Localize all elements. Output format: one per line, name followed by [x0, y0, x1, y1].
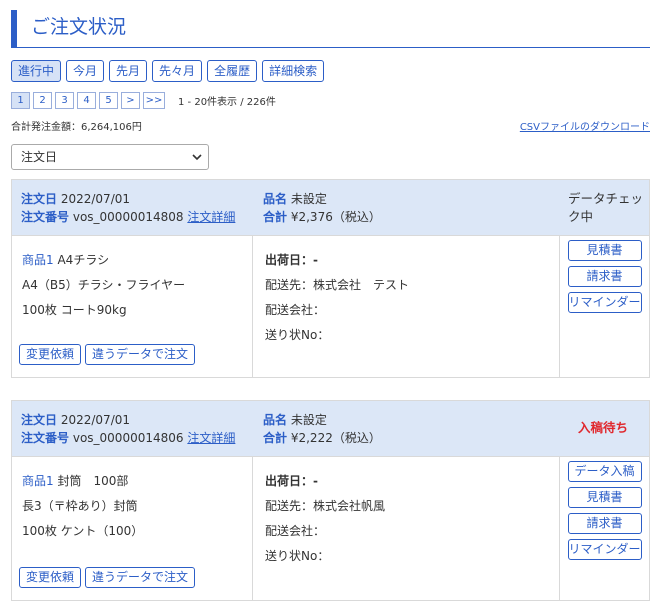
carrier-label: 配送会社：: [265, 303, 326, 317]
sort-select-value: 注文日: [21, 150, 58, 164]
product-name: A4チラシ: [57, 253, 110, 267]
order-date-label: 注文日: [21, 413, 58, 427]
csv-download-link[interactable]: CSVファイルのダウンロード: [520, 118, 650, 133]
order-card-header: 注文日 2022/07/01 注文番号 vos_00000014806 注文詳細…: [12, 401, 649, 457]
page-1-button[interactable]: 1: [11, 92, 30, 109]
order-card: 注文日 2022/07/01 注文番号 vos_00000014808 注文詳細…: [11, 179, 650, 378]
filter-advanced-search[interactable]: 詳細検索: [262, 60, 325, 82]
sort-select[interactable]: 注文日: [11, 144, 209, 170]
order-number-value: vos_00000014806: [72, 431, 184, 445]
order-status: データチェック中: [568, 191, 644, 224]
page-4-button[interactable]: 4: [77, 92, 96, 109]
reorder-different-data-button[interactable]: 違うデータで注文: [85, 567, 196, 588]
chevron-down-icon: [192, 154, 202, 161]
order-detail-link[interactable]: 注文詳細: [187, 210, 235, 224]
carrier-label: 配送会社：: [265, 524, 326, 538]
page-title-text: ご注文状況: [31, 16, 127, 38]
order-number-value: vos_00000014808: [72, 210, 184, 224]
change-request-button[interactable]: 変更依頼: [19, 344, 82, 365]
reminder-button[interactable]: リマインダー: [567, 539, 642, 560]
change-request-button[interactable]: 変更依頼: [19, 567, 82, 588]
order-date-value: 2022/07/01: [60, 413, 131, 427]
last-page-button[interactable]: >>: [143, 92, 165, 109]
order-date-value: 2022/07/01: [60, 192, 131, 206]
product-name: 封筒 100部: [57, 474, 129, 488]
page-3-button[interactable]: 3: [55, 92, 74, 109]
item-name-value: 未設定: [290, 192, 327, 206]
filter-bar: 進行中 今月 先月 先々月 全履歴 詳細検索: [11, 60, 325, 82]
total-value: ¥2,222（税込）: [290, 431, 381, 445]
item-name-label: 品名: [263, 413, 288, 427]
page-2-button[interactable]: 2: [33, 92, 52, 109]
total-label: 合計: [263, 210, 288, 224]
quote-button[interactable]: 見積書: [567, 240, 642, 261]
data-upload-button[interactable]: データ入稿: [567, 461, 642, 482]
item-name-label: 品名: [263, 192, 288, 206]
ship-date: 出荷日：-: [265, 474, 318, 488]
product-spec: A4（B5）チラシ・フライヤー: [22, 278, 186, 292]
quote-button[interactable]: 見積書: [567, 487, 642, 508]
item-name-value: 未設定: [290, 413, 327, 427]
filter-two-months-ago[interactable]: 先々月: [152, 60, 203, 82]
reorder-different-data-button[interactable]: 違うデータで注文: [85, 344, 196, 365]
order-detail-link[interactable]: 注文詳細: [187, 431, 235, 445]
order-card-header: 注文日 2022/07/01 注文番号 vos_00000014808 注文詳細…: [12, 180, 649, 236]
product-label: 商品1: [22, 474, 54, 488]
product-quantity: 100枚 コート90kg: [22, 303, 127, 317]
order-number-label: 注文番号: [21, 210, 70, 224]
destination-value: 株式会社 テスト: [313, 278, 410, 292]
filter-last-month[interactable]: 先月: [109, 60, 148, 82]
total-label: 合計: [263, 431, 288, 445]
reminder-button[interactable]: リマインダー: [567, 292, 642, 313]
page-5-button[interactable]: 5: [99, 92, 118, 109]
order-date-label: 注文日: [21, 192, 58, 206]
invoice-button[interactable]: 請求書: [567, 266, 642, 287]
destination-label: 配送先：: [265, 499, 314, 513]
filter-in-progress[interactable]: 進行中: [11, 60, 62, 82]
order-card-body: 商品1 封筒 100部 長3（〒枠あり）封筒 100枚 ケント（100） 変更依…: [12, 457, 649, 600]
destination-value: 株式会社帆風: [313, 499, 386, 513]
tracking-label: 送り状No：: [265, 549, 330, 563]
next-page-button[interactable]: >: [121, 92, 140, 109]
order-status: 入稿待ち: [578, 420, 629, 435]
page-title: ご注文状況: [11, 10, 650, 48]
total-order-amount: 合計発注金額：6,264,106円: [11, 122, 142, 133]
pagination: 1 2 3 4 5 > >> 1 - 20件表示 / 226件: [11, 92, 276, 109]
total-value: ¥2,376（税込）: [290, 210, 381, 224]
order-card: 注文日 2022/07/01 注文番号 vos_00000014806 注文詳細…: [11, 400, 650, 601]
product-spec: 長3（〒枠あり）封筒: [22, 499, 138, 513]
filter-this-month[interactable]: 今月: [66, 60, 105, 82]
pagination-info: 1 - 20件表示 / 226件: [178, 97, 276, 108]
filter-all-history[interactable]: 全履歴: [207, 60, 258, 82]
order-number-label: 注文番号: [21, 431, 70, 445]
invoice-button[interactable]: 請求書: [567, 513, 642, 534]
ship-date: 出荷日：-: [265, 253, 318, 267]
product-quantity: 100枚 ケント（100）: [22, 524, 144, 538]
tracking-label: 送り状No：: [265, 328, 330, 342]
order-card-body: 商品1 A4チラシ A4（B5）チラシ・フライヤー 100枚 コート90kg 変…: [12, 236, 649, 377]
destination-label: 配送先：: [265, 278, 314, 292]
product-label: 商品1: [22, 253, 54, 267]
